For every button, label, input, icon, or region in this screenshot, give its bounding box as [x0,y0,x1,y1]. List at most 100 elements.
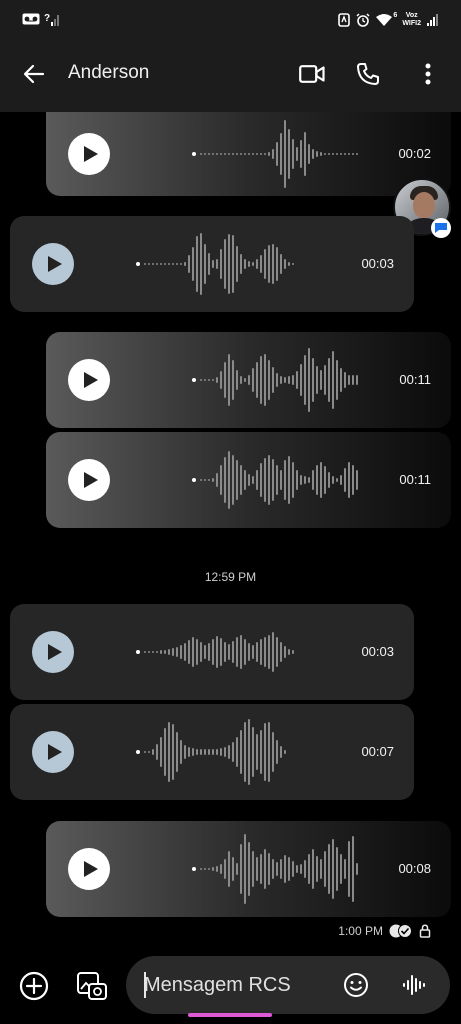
voice-message-bubble[interactable]: 00:02 [46,112,451,196]
waveform-bar [188,747,190,757]
waveform-bar [248,719,250,785]
waveform-bar [272,632,274,672]
waveform-bar [332,351,334,409]
video-call-button[interactable] [292,54,332,94]
waveform-bar [336,360,338,400]
waveform-bar [256,153,258,155]
voice-message-button[interactable] [400,971,428,999]
waveform-bar [224,859,226,879]
play-button[interactable] [68,359,110,401]
play-button[interactable] [68,133,110,175]
audio-waveform[interactable] [192,432,358,528]
voice-call-button[interactable] [348,54,388,94]
waveform-bar [292,263,294,265]
waveform-bar [352,375,354,385]
waveform-bar [188,255,190,273]
waveform-bar [236,246,238,282]
waveform-bar [276,247,278,281]
audio-waveform[interactable] [136,216,294,312]
waveform-bar [288,262,290,266]
audio-waveform[interactable] [192,332,358,428]
waveform-bar [196,639,198,665]
emoji-button[interactable] [342,971,370,999]
waveform-bar [268,853,270,885]
waveform-bar [212,379,214,381]
message-input-container[interactable] [126,956,450,1014]
voice-message-bubble[interactable]: 00:07 [10,704,414,800]
waveform-bar [216,259,218,269]
waveform-playhead [192,378,196,382]
waveform-bar [304,860,306,878]
message-input[interactable] [144,971,334,999]
chat-bubble-icon [435,223,447,233]
waveform-bar [276,862,278,876]
waveform-bar [168,263,170,265]
voice-waveform-icon [403,975,425,995]
voice-duration: 00:11 [399,472,431,487]
waveform-bar [220,638,222,666]
waveform-bar [264,723,266,781]
audio-waveform[interactable] [136,704,286,800]
waveform-bar [288,857,290,881]
voice-message-bubble[interactable]: 00:11 [46,332,451,428]
waveform-bar [320,370,322,390]
waveform-bar [324,466,326,494]
waveform-bar [320,152,322,156]
waveform-bar [228,851,230,887]
waveform-bar [216,153,218,155]
audio-waveform[interactable] [136,604,294,700]
waveform-bar [208,379,210,381]
waveform-bar [312,149,314,159]
waveform-bar [284,460,286,500]
waveform-bar [280,133,282,175]
waveform-bar [292,650,294,654]
waveform-bar [348,462,350,498]
waveform-playhead [136,750,140,754]
waveform-bar [204,153,206,155]
waveform-bar [248,643,250,661]
waveform-bar [284,646,286,658]
contact-name[interactable]: Anderson [68,62,149,84]
read-receipt-icon [389,924,412,938]
waveform-bar [172,263,174,265]
gallery-button[interactable] [72,966,112,1006]
text-caret [144,972,146,998]
phone-icon [357,63,379,85]
audio-waveform[interactable] [192,112,358,196]
waveform-bar [244,834,246,904]
waveform-bar [256,362,258,398]
waveform-bar [268,245,270,283]
play-button[interactable] [32,631,74,673]
timestamp-divider: 12:59 PM [204,570,257,584]
waveform-bar [284,259,286,269]
more-options-button[interactable] [408,54,448,94]
voice-message-bubble[interactable]: 00:08 [46,821,451,917]
waveform-bar [248,261,250,267]
play-button[interactable] [32,243,74,285]
waveform-bar [260,463,262,497]
waveform-bar [180,740,182,764]
waveform-bar [232,857,234,881]
voice-message-bubble[interactable]: 00:03 [10,604,414,700]
waveform-bar [216,377,218,383]
message-list[interactable]: 00:02 00:03 00:11 00:11 12:59 PM 00:03 0… [0,112,461,952]
back-button[interactable] [14,54,54,94]
play-button[interactable] [32,731,74,773]
play-button[interactable] [68,459,110,501]
waveform-bar [260,639,262,665]
voice-message-bubble[interactable]: 00:11 [46,432,451,528]
waveform-bar [184,745,186,759]
waveform-playhead [136,262,140,266]
waveform-bar [340,153,342,155]
audio-waveform[interactable] [192,821,358,917]
status-left: ? [22,12,60,26]
waveform-bar [280,254,282,274]
play-icon [84,372,98,388]
emoji-icon [344,973,368,997]
waveform-bar [356,863,358,875]
play-button[interactable] [68,848,110,890]
waveform-bar [224,153,226,155]
voice-message-bubble[interactable]: 00:03 [10,216,414,312]
waveform-bar [208,643,210,661]
add-attachment-button[interactable] [14,966,54,1006]
